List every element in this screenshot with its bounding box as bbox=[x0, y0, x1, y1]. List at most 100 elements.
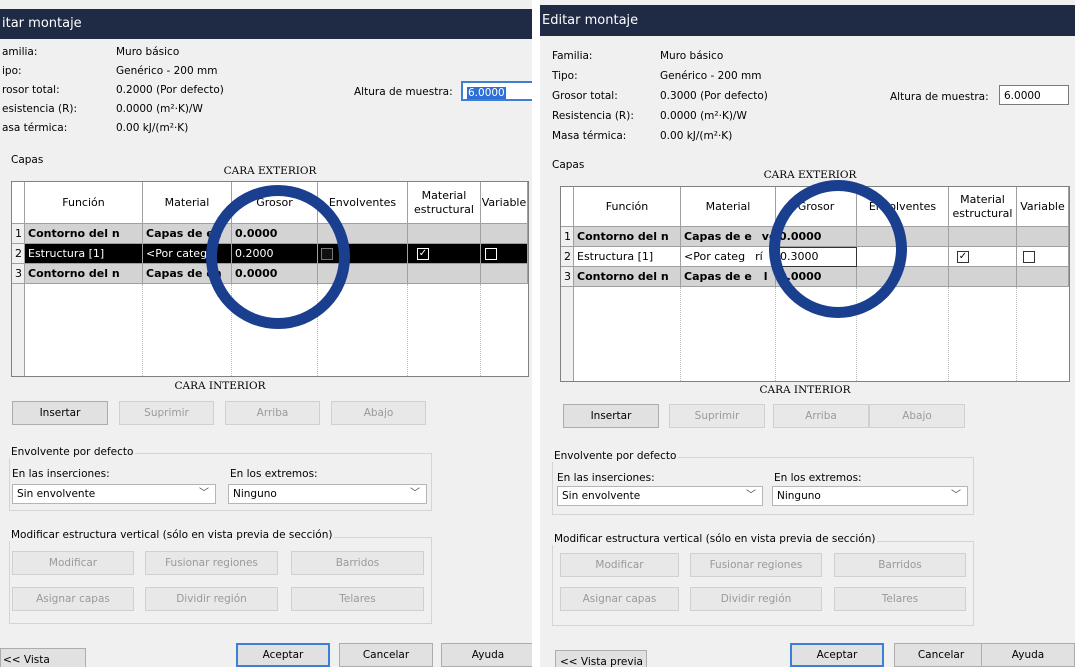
info-block: Familia: Tipo: Grosor total: Resistencia… bbox=[540, 50, 840, 150]
modificar-button[interactable]: Modificar bbox=[12, 551, 134, 575]
material-estructural-checkbox-checked[interactable]: ✓ bbox=[417, 248, 429, 260]
row-number[interactable]: 3 bbox=[561, 267, 574, 287]
chevron-down-icon: ﹀ bbox=[951, 490, 961, 501]
row-material-estructural[interactable] bbox=[949, 267, 1017, 287]
inserciones-label: En las inserciones: bbox=[12, 468, 110, 480]
arriba-button[interactable]: Arriba bbox=[773, 404, 869, 428]
modificar-title: Modificar estructura vertical (sólo en v… bbox=[552, 533, 878, 545]
variable-checkbox[interactable] bbox=[485, 248, 497, 260]
header-corner bbox=[12, 182, 25, 224]
row-material[interactable]: Capas de evol bbox=[681, 227, 776, 247]
empty-area bbox=[12, 284, 25, 376]
row-number[interactable]: 2 bbox=[12, 244, 25, 264]
grosor-total-value: 0.2000 (Por defecto) bbox=[116, 84, 224, 96]
empty-area bbox=[25, 284, 143, 376]
fusionar-regiones-button[interactable]: Fusionar regiones bbox=[690, 553, 822, 577]
suprimir-button[interactable]: Suprimir bbox=[669, 404, 765, 428]
inserciones-select[interactable]: Sin envolvente ﹀ bbox=[557, 486, 763, 506]
resistencia-value: 0.0000 (m²·K)/W bbox=[116, 103, 203, 115]
asignar-capas-button[interactable]: Asignar capas bbox=[560, 587, 679, 611]
grosor-total-label: rosor total: bbox=[2, 84, 60, 96]
extremos-value: Ninguno bbox=[777, 490, 821, 502]
variable-checkbox[interactable] bbox=[1023, 251, 1035, 263]
row-material-estructural[interactable] bbox=[408, 264, 481, 284]
vista-previa-button[interactable]: << Vista previa bbox=[555, 650, 647, 667]
row-funcion[interactable]: Contorno del n bbox=[25, 264, 143, 284]
title-bar: itar montaje bbox=[0, 9, 532, 39]
material-estructural-checkbox-checked[interactable]: ✓ bbox=[957, 251, 969, 263]
row-funcion[interactable]: Contorno del n bbox=[574, 227, 681, 247]
cancelar-button[interactable]: Cancelar bbox=[894, 643, 988, 667]
dialog-title: itar montaje bbox=[2, 16, 82, 31]
fusionar-regiones-button[interactable]: Fusionar regiones bbox=[145, 551, 278, 575]
header-material: Material bbox=[681, 187, 776, 227]
ayuda-button[interactable]: Ayuda bbox=[441, 643, 532, 667]
row-material-estructural[interactable] bbox=[949, 227, 1017, 247]
dividir-region-button[interactable]: Dividir región bbox=[690, 587, 822, 611]
row-material[interactable]: Capas de e l bbox=[681, 267, 776, 287]
header-material-estructural: Material estructural bbox=[408, 182, 481, 224]
inserciones-value: Sin envolvente bbox=[562, 490, 641, 502]
row-variable[interactable] bbox=[1017, 227, 1069, 247]
insertar-button[interactable]: Insertar bbox=[563, 404, 659, 428]
dialog-right: Editar montaje Familia: Tipo: Grosor tot… bbox=[540, 0, 1075, 667]
altura-input[interactable]: 6.0000 bbox=[999, 85, 1069, 105]
capas-label: Capas bbox=[552, 159, 585, 171]
modificar-button[interactable]: Modificar bbox=[560, 553, 679, 577]
aceptar-button[interactable]: Aceptar bbox=[790, 643, 884, 667]
row-variable[interactable] bbox=[481, 264, 528, 284]
asignar-capas-button[interactable]: Asignar capas bbox=[12, 587, 134, 611]
grosor-total-value: 0.3000 (Por defecto) bbox=[660, 90, 768, 102]
empty-area bbox=[681, 287, 776, 381]
altura-input[interactable]: 6.0000 bbox=[461, 81, 532, 101]
abajo-button[interactable]: Abajo bbox=[869, 404, 965, 428]
empty-area bbox=[561, 287, 574, 381]
inserciones-value: Sin envolvente bbox=[17, 488, 96, 500]
cara-interior-label: CARA INTERIOR bbox=[174, 380, 266, 392]
capas-label: Capas bbox=[11, 154, 44, 166]
aceptar-button[interactable]: Aceptar bbox=[236, 643, 330, 667]
row-material-text: Capas de e bbox=[684, 270, 752, 283]
arriba-button[interactable]: Arriba bbox=[225, 401, 320, 425]
extremos-select[interactable]: Ninguno ﹀ bbox=[772, 486, 968, 506]
abajo-button[interactable]: Abajo bbox=[331, 401, 426, 425]
modificar-title: Modificar estructura vertical (sólo en v… bbox=[9, 529, 335, 541]
ayuda-button[interactable]: Ayuda bbox=[981, 643, 1075, 667]
familia-label: Familia: bbox=[552, 50, 593, 62]
row-material[interactable]: <Por categ rí bbox=[681, 247, 776, 267]
extremos-value: Ninguno bbox=[233, 488, 277, 500]
insertar-button[interactable]: Insertar bbox=[12, 401, 108, 425]
row-funcion[interactable]: Contorno del n bbox=[25, 224, 143, 244]
inserciones-select[interactable]: Sin envolvente ﹀ bbox=[12, 484, 216, 504]
row-number[interactable]: 2 bbox=[561, 247, 574, 267]
altura-value: 6.0000 bbox=[467, 87, 506, 99]
row-variable[interactable] bbox=[1017, 267, 1069, 287]
extremos-select[interactable]: Ninguno ﹀ bbox=[228, 484, 427, 504]
barridos-button[interactable]: Barridos bbox=[291, 551, 424, 575]
cancelar-button[interactable]: Cancelar bbox=[339, 643, 433, 667]
row-number[interactable]: 1 bbox=[561, 227, 574, 247]
row-variable[interactable] bbox=[481, 224, 528, 244]
row-number[interactable]: 1 bbox=[12, 224, 25, 244]
resistencia-label: Resistencia (R): bbox=[552, 110, 634, 122]
barridos-button[interactable]: Barridos bbox=[834, 553, 966, 577]
row-funcion[interactable]: Estructura [1] bbox=[574, 247, 681, 267]
dividir-region-button[interactable]: Dividir región bbox=[145, 587, 278, 611]
masa-termica-label: asa térmica: bbox=[2, 122, 68, 134]
resistencia-label: esistencia (R): bbox=[2, 103, 78, 115]
telares-button[interactable]: Telares bbox=[291, 587, 424, 611]
cara-exterior-label: CARA EXTERIOR bbox=[223, 165, 317, 177]
cara-exterior-label: CARA EXTERIOR bbox=[763, 169, 857, 181]
header-funcion: Función bbox=[25, 182, 143, 224]
row-funcion[interactable]: Estructura [1] bbox=[25, 244, 143, 264]
row-material-estructural[interactable] bbox=[408, 224, 481, 244]
empty-area bbox=[574, 287, 681, 381]
row-number[interactable]: 3 bbox=[12, 264, 25, 284]
tipo-label: Tipo: bbox=[552, 70, 578, 82]
telares-button[interactable]: Telares bbox=[834, 587, 966, 611]
row-funcion[interactable]: Contorno del n bbox=[574, 267, 681, 287]
altura-label: Altura de muestra: bbox=[354, 86, 453, 98]
suprimir-button[interactable]: Suprimir bbox=[119, 401, 214, 425]
vista-previa-button[interactable]: << Vista previa bbox=[0, 648, 86, 667]
tipo-value: Genérico - 200 mm bbox=[660, 70, 762, 82]
